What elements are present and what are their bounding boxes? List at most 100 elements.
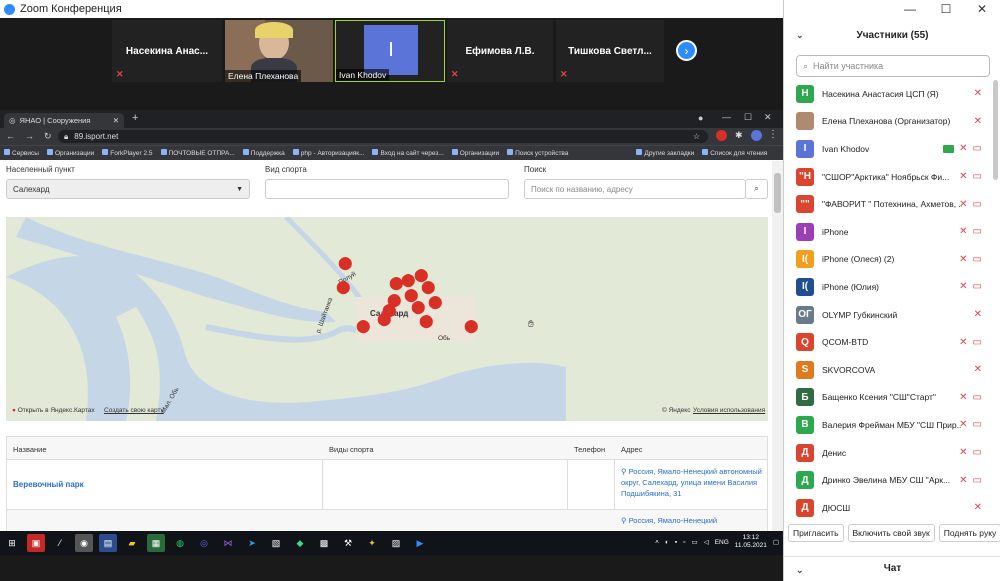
notifications-icon[interactable]: ▢ xyxy=(773,538,779,546)
address-link[interactable]: ⚲ Россия, Ямало-Ненецкий xyxy=(621,516,717,525)
close-icon[interactable]: ✕ xyxy=(764,112,772,123)
network-icon[interactable]: ▭ xyxy=(692,538,698,546)
scroll-thumb[interactable] xyxy=(774,173,781,213)
mic-off-icon[interactable]: ✕ xyxy=(974,502,982,513)
menu-icon[interactable]: ⋮ xyxy=(768,129,778,140)
clock[interactable]: 13:12 11.05.2021 xyxy=(735,534,767,550)
video-off-icon[interactable]: ▭ xyxy=(973,171,982,182)
back-icon[interactable]: ← xyxy=(6,131,15,142)
mic-off-icon[interactable]: ✕ xyxy=(959,171,967,182)
video-off-icon[interactable]: ▭ xyxy=(973,447,982,458)
mic-off-icon[interactable]: ✕ xyxy=(974,309,982,320)
bookmark[interactable]: ForkPlayer 2.5 xyxy=(102,149,152,157)
video-off-icon[interactable]: ▭ xyxy=(973,392,982,403)
new-tab-button[interactable]: + xyxy=(132,112,138,124)
bookmark[interactable]: php - Авторизацияк... xyxy=(293,149,365,157)
terms-link[interactable]: Условия использования xyxy=(693,407,765,414)
map-marker-icon[interactable]: ⬤ xyxy=(419,313,434,329)
bookmark[interactable]: ПОЧТОВЫЕ ОТПРА... xyxy=(161,149,235,157)
app-icon[interactable]: ▣ xyxy=(27,534,45,552)
video-off-icon[interactable]: ▭ xyxy=(973,143,982,154)
viber-icon[interactable]: ◎ xyxy=(195,534,213,552)
open-yandex-link[interactable]: ● Открыть в Яндекс.Картах xyxy=(12,407,95,414)
app-icon[interactable]: ▩ xyxy=(315,534,333,552)
video-off-icon[interactable]: ▭ xyxy=(973,226,982,237)
invite-button[interactable]: Пригласить xyxy=(788,524,844,542)
app-icon[interactable]: ▤ xyxy=(99,534,117,552)
video-off-icon[interactable]: ▭ xyxy=(973,475,982,486)
record-icon[interactable]: ● xyxy=(698,113,703,123)
close-tab-icon[interactable]: ✕ xyxy=(113,116,119,125)
mic-off-icon[interactable]: ✕ xyxy=(974,116,982,127)
bookmark[interactable]: Организации xyxy=(452,149,499,157)
participant-row[interactable]: I(iPhone (Юлия) ✕ ▭ xyxy=(784,273,990,301)
mic-off-icon[interactable]: ✕ xyxy=(959,447,967,458)
tools-icon[interactable]: ⚒ xyxy=(339,534,357,552)
minimize-button[interactable]: — xyxy=(892,0,928,18)
mic-off-icon[interactable]: ✕ xyxy=(959,475,967,486)
unmute-button[interactable]: Включить свой звук xyxy=(847,524,935,542)
windows-start-icon[interactable]: ⊞ xyxy=(3,534,21,552)
map[interactable]: Салехард Полуй Обь р. Шайтанка Мал. Обь … xyxy=(6,217,768,421)
visual-studio-icon[interactable]: ⋈ xyxy=(219,534,237,552)
star-icon[interactable]: ☆ xyxy=(693,132,700,141)
folder-icon[interactable]: ▰ xyxy=(123,534,141,552)
participant-row[interactable]: Елена Плеханова (Организатор) ✕ xyxy=(784,108,990,136)
mic-off-icon[interactable]: ✕ xyxy=(959,254,967,265)
close-button[interactable]: ✕ xyxy=(964,0,1000,18)
next-page-button[interactable]: › xyxy=(676,40,697,61)
chat-header[interactable]: ⌄ Чат xyxy=(784,556,1000,576)
maximize-icon[interactable]: ☐ xyxy=(744,112,752,123)
address-link[interactable]: ⚲ Россия, Ямало-Ненецкий автономный окру… xyxy=(621,466,763,499)
participant-row[interactable]: I(iPhone (Олеся) (2) ✕ ▭ xyxy=(784,246,990,274)
mic-off-icon[interactable]: ✕ xyxy=(959,392,967,403)
language-indicator[interactable]: ENG xyxy=(715,539,729,546)
facility-name-link[interactable]: Веревочный парк xyxy=(13,480,84,489)
chevron-up-icon[interactable]: ˄ xyxy=(655,539,659,546)
participant-search-input[interactable]: ⌕ Найти участника xyxy=(796,55,990,77)
participant-row[interactable]: Д Денис ✕ ▭ xyxy=(784,439,990,467)
mic-off-icon[interactable]: ✕ xyxy=(959,199,967,210)
tray-icon[interactable]: ▪ xyxy=(675,539,677,546)
bookmark[interactable]: Список для чтения xyxy=(702,149,767,157)
participant-row[interactable]: S SKVORCOVA ✕ xyxy=(784,356,990,384)
tray-icon[interactable]: ◐ xyxy=(665,539,669,546)
zoom-taskbar-icon[interactable]: ▶ xyxy=(411,534,429,552)
puzzle-icon[interactable]: ✱ xyxy=(735,130,743,141)
profile-avatar[interactable] xyxy=(751,130,762,141)
video-tile-nasekina[interactable]: Насекина Анас... ✕ xyxy=(112,20,222,82)
app-icon[interactable]: ▦ xyxy=(147,534,165,552)
video-tile-efimova[interactable]: Ефимова Л.В. ✕ xyxy=(447,20,553,82)
chevron-down-icon[interactable]: ⌄ xyxy=(796,565,804,576)
participant-row[interactable]: Д ДЮСШ ✕ xyxy=(784,494,990,520)
map-marker-icon[interactable]: ⬤ xyxy=(428,294,443,310)
raise-hand-button[interactable]: Поднять руку xyxy=(938,524,1000,542)
video-off-icon[interactable]: ▭ xyxy=(973,281,982,292)
video-tile-plekhanova[interactable]: Елена Плеханова xyxy=(225,20,333,82)
map-marker-icon[interactable]: ⬤ xyxy=(464,318,479,334)
bookmark[interactable]: Другие закладки xyxy=(636,149,694,157)
mic-off-icon[interactable]: ✕ xyxy=(959,419,967,430)
participant-row[interactable]: В Валерия Фрейман МБУ "СШ Прир... ✕ ▭ xyxy=(784,411,990,439)
bookmark[interactable]: Организации xyxy=(47,149,94,157)
participant-row[interactable]: ОГ OLYMP Губкинский ✕ xyxy=(784,301,990,329)
extension-icon[interactable] xyxy=(716,130,727,141)
table-row[interactable]: Веревочный парк ⚲ Россия, Ямало-Ненецкий… xyxy=(6,460,768,510)
map-marker-icon[interactable]: ⬤ xyxy=(356,318,371,334)
map-marker-icon[interactable]: ⬤ xyxy=(336,279,351,295)
app-icon[interactable]: ✦ xyxy=(363,534,381,552)
map-marker-icon[interactable]: ⬤ xyxy=(421,279,436,295)
participant-row[interactable]: IiPhone ✕ ▭ xyxy=(784,218,990,246)
telegram-icon[interactable]: ➤ xyxy=(243,534,261,552)
whatsapp-icon[interactable]: ◍ xyxy=(171,534,189,552)
url-box[interactable]: 🔒︎ 89.isport.net ☆ xyxy=(58,130,708,143)
video-off-icon[interactable]: ▭ xyxy=(973,419,982,430)
mic-off-icon[interactable]: ✕ xyxy=(974,364,982,375)
create-map-link[interactable]: Создать свою карту xyxy=(104,407,164,414)
video-off-icon[interactable]: ▭ xyxy=(973,199,982,210)
browser-tab[interactable]: ◎ ЯНАО | Сооружения ✕ xyxy=(4,113,124,128)
mic-off-icon[interactable]: ✕ xyxy=(959,281,967,292)
search-button[interactable]: ⌕ xyxy=(745,179,768,199)
page-scrollbar[interactable] xyxy=(772,161,783,531)
mic-off-icon[interactable]: ✕ xyxy=(959,143,967,154)
